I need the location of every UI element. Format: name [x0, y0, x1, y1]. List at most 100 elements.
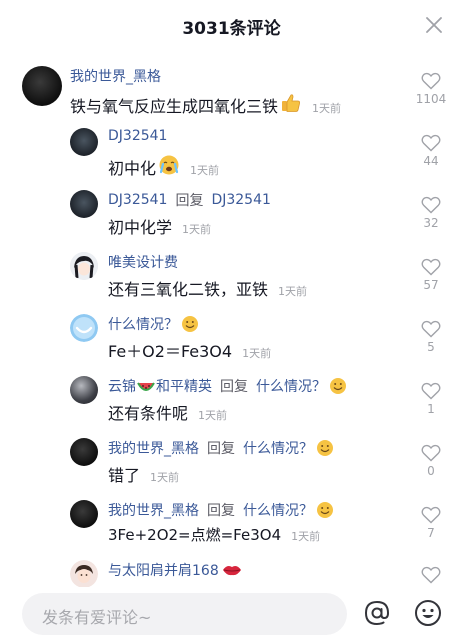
- comment-count-title: 3031条评论: [182, 19, 281, 39]
- username-text: 唯美设计费: [108, 255, 178, 271]
- at-icon: [364, 600, 390, 626]
- like-count: 1104: [415, 92, 447, 106]
- comment-text: 还有三氧化二铁，亚铁 1天前: [108, 276, 307, 300]
- like-count: 57: [423, 278, 439, 292]
- comment-list[interactable]: 我的世界_黑格 铁与氧气反应生成四氧化三铁 1天前 1104 DJ32541 初…: [0, 52, 463, 587]
- like-count: 1: [427, 402, 435, 416]
- username-text: 云锦: [108, 379, 136, 395]
- smiling-face-icon: [316, 439, 334, 457]
- avatar[interactable]: [70, 190, 98, 218]
- comment-text: 铁与氧气反应生成四氧化三铁 1天前: [70, 90, 341, 117]
- username-text: DJ32541: [108, 128, 168, 144]
- heart-outline-icon: [421, 320, 441, 338]
- like-button[interactable]: [411, 566, 451, 584]
- reply-label: 回复: [207, 503, 235, 519]
- like-count: 0: [427, 464, 435, 478]
- comment-time: 1天前: [278, 285, 308, 298]
- username-text: 我的世界_黑格: [108, 503, 199, 519]
- avatar[interactable]: [70, 376, 98, 404]
- comment-time: 1天前: [242, 347, 272, 360]
- username-tail: 和平精英: [156, 379, 212, 395]
- username-text: 我的世界_黑格: [70, 69, 161, 85]
- comment-input-placeholder: 发条有爱评论~: [42, 608, 152, 627]
- comment-username[interactable]: 什么情况？: [108, 314, 199, 334]
- comment-text: 3Fe+2O2=点燃=Fe3O4 1天前: [108, 524, 320, 545]
- heart-outline-icon: [421, 258, 441, 276]
- like-button[interactable]: 57: [411, 258, 451, 292]
- comment-username[interactable]: DJ32541 回复 DJ32541: [108, 190, 271, 210]
- heart-outline-icon: [421, 506, 441, 524]
- comment-body: 3Fe+2O2=点燃=Fe3O4: [108, 526, 282, 544]
- like-button[interactable]: 0: [411, 444, 451, 478]
- comment-username[interactable]: 我的世界_黑格: [70, 66, 161, 86]
- comment-body: 初中化学: [108, 218, 173, 237]
- comments-header: 3031条评论: [0, 0, 463, 52]
- avatar[interactable]: [70, 128, 98, 156]
- avatar[interactable]: [70, 500, 98, 528]
- comment-username[interactable]: 我的世界_黑格 回复 什么情况？: [108, 500, 334, 520]
- heart-outline-icon: [421, 134, 441, 152]
- comment-time: 1天前: [190, 164, 220, 177]
- emoji-icon: [415, 600, 441, 626]
- like-button[interactable]: 1: [411, 382, 451, 416]
- comment-input-bar: 发条有爱评论~: [0, 587, 463, 644]
- comment-text: 初中化学 1天前: [108, 214, 211, 238]
- comment-body: 还有条件呢: [108, 404, 189, 423]
- avatar[interactable]: [70, 252, 98, 280]
- emoji-picker-button[interactable]: [414, 599, 442, 627]
- like-button[interactable]: 1104: [411, 72, 451, 106]
- reply-label: 回复: [220, 379, 248, 395]
- comment-body: 铁与氧气反应生成四氧化三铁: [70, 97, 279, 116]
- heart-outline-icon: [421, 566, 441, 584]
- like-count: 5: [427, 340, 435, 354]
- comment-text: 还有条件呢 1天前: [108, 400, 227, 424]
- avatar[interactable]: [70, 560, 98, 587]
- like-count: 44: [423, 154, 439, 168]
- comment-body: 还有三氧化二铁，亚铁: [108, 280, 269, 299]
- comment-body: 错了: [108, 466, 141, 485]
- reply-target-username[interactable]: 什么情况？: [243, 438, 313, 458]
- username-text: 与太阳肩并肩168: [108, 563, 219, 579]
- mention-button[interactable]: [363, 599, 391, 627]
- close-button[interactable]: [421, 12, 447, 38]
- comment-username[interactable]: 与太阳肩并肩168: [108, 560, 242, 580]
- comment-username[interactable]: 云锦 和平精英 回复 什么情况？: [108, 376, 347, 396]
- username-text: 什么情况？: [108, 317, 178, 333]
- comment-text: 初中化 1天前: [108, 152, 219, 179]
- reply-target-username[interactable]: 什么情况？: [256, 376, 326, 396]
- watermelon-icon: [137, 377, 155, 395]
- thumbs-up-icon: [280, 92, 302, 114]
- reply-target-username[interactable]: 什么情况？: [243, 500, 313, 520]
- reply-label: 回复: [175, 193, 204, 209]
- comment-body: Fe＋O2＝Fe3O4: [108, 342, 233, 361]
- comment-time: 1天前: [150, 471, 180, 484]
- avatar[interactable]: [70, 438, 98, 466]
- reply-label: 回复: [207, 441, 235, 457]
- like-button[interactable]: 7: [411, 506, 451, 540]
- heart-outline-icon: [421, 196, 441, 214]
- username-text: 我的世界_黑格: [108, 441, 199, 457]
- comment-input[interactable]: 发条有爱评论~: [22, 593, 347, 635]
- avatar[interactable]: [22, 66, 62, 106]
- username-text: DJ32541: [108, 192, 168, 208]
- comment-username[interactable]: DJ32541: [108, 128, 167, 144]
- heart-outline-icon: [421, 444, 441, 462]
- reply-target-username[interactable]: DJ32541: [211, 192, 270, 208]
- like-button[interactable]: 44: [411, 134, 451, 168]
- comment-username[interactable]: 我的世界_黑格 回复 什么情况？: [108, 438, 334, 458]
- avatar[interactable]: [70, 314, 98, 342]
- comment-time: 1天前: [182, 223, 212, 236]
- crying-face-icon: [158, 154, 180, 176]
- heart-outline-icon: [421, 382, 441, 400]
- close-icon: [426, 17, 442, 33]
- comment-body: 初中化: [108, 159, 157, 178]
- smiling-face-icon: [181, 315, 199, 333]
- smiling-face-icon: [316, 501, 334, 519]
- like-button[interactable]: 5: [411, 320, 451, 354]
- comment-username[interactable]: 唯美设计费: [108, 252, 178, 272]
- like-count: 32: [423, 216, 439, 230]
- like-button[interactable]: 32: [411, 196, 451, 230]
- like-count: 7: [427, 526, 435, 540]
- comment-text: 错了 1天前: [108, 462, 179, 486]
- comment-time: 1天前: [198, 409, 228, 422]
